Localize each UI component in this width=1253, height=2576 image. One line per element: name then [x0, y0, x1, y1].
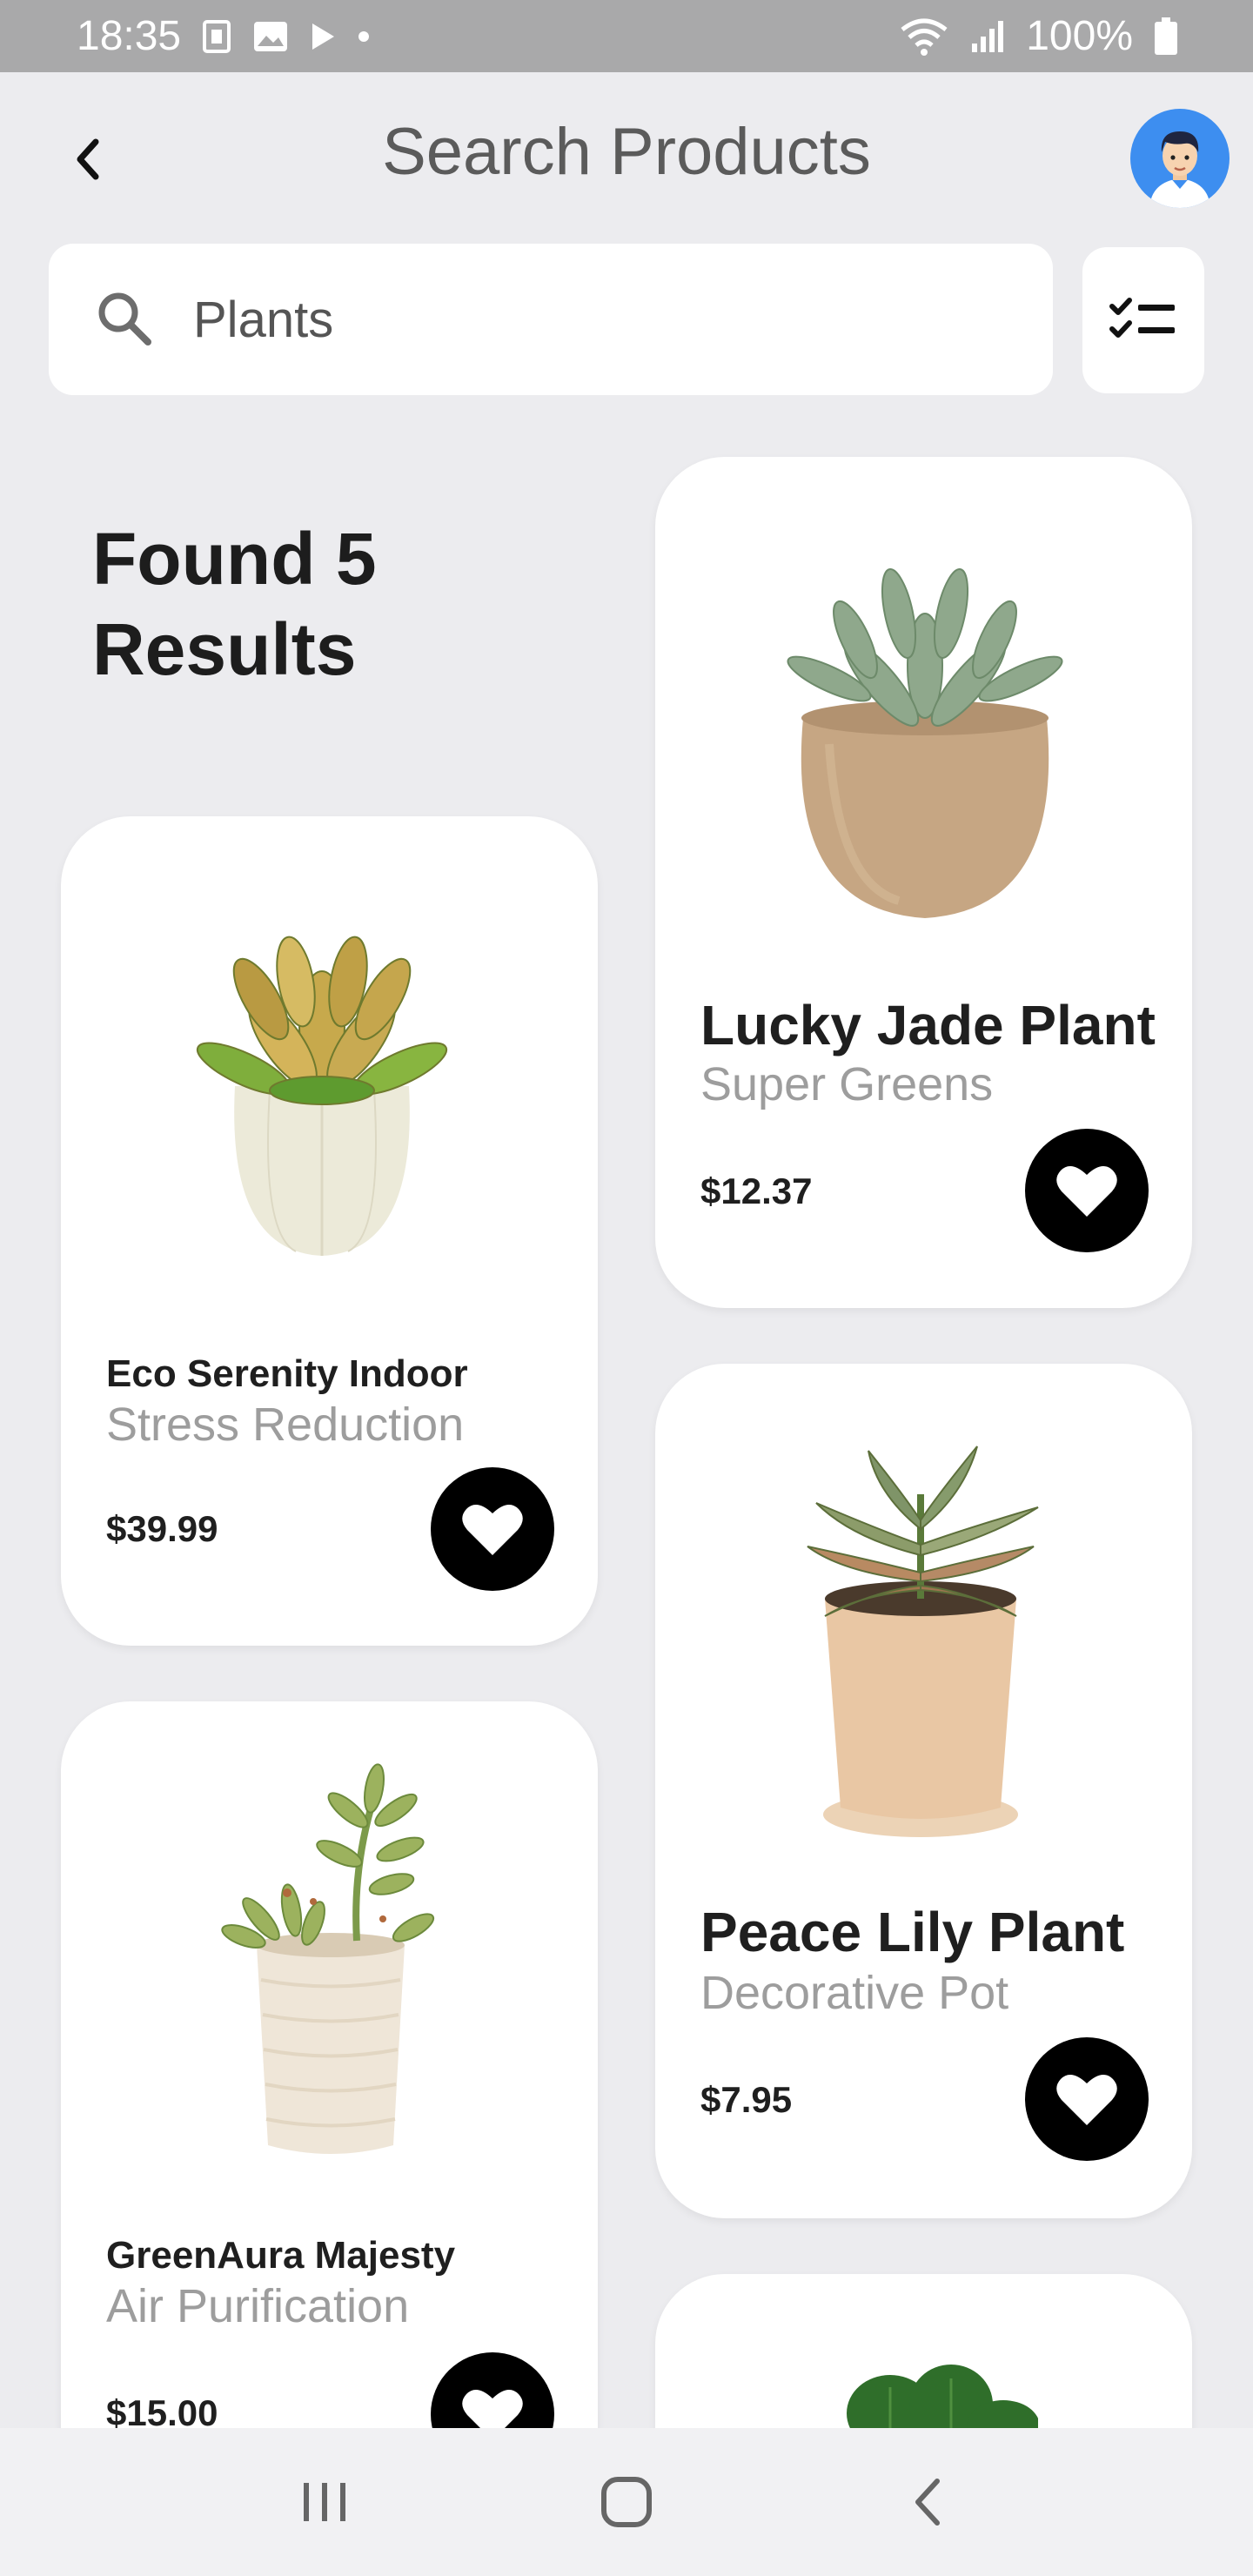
product-image [807, 1446, 1039, 1837]
home-button[interactable] [583, 2459, 670, 2546]
avatar[interactable] [1130, 109, 1230, 208]
product-image [787, 568, 1063, 918]
gallery-icon [252, 20, 289, 53]
recents-button[interactable] [281, 2459, 368, 2546]
signal-icon [970, 19, 1005, 54]
status-bar: 18:35 100% [0, 0, 1253, 72]
favorite-button[interactable] [1025, 2037, 1149, 2161]
checklist-filter-icon [1109, 298, 1175, 338]
heart-icon [1056, 2075, 1117, 2125]
sim-icon [202, 19, 231, 54]
page-title: Search Products [382, 115, 871, 189]
status-right: 100% [899, 12, 1178, 60]
product-subtitle: Stress Reduction [106, 1399, 465, 1451]
dot-icon [357, 30, 371, 44]
search-box[interactable] [49, 244, 1053, 395]
product-subtitle: Decorative Pot [700, 1967, 1009, 2019]
favorite-button[interactable] [431, 1467, 554, 1591]
product-name: Eco Serenity Indoor [106, 1352, 468, 1395]
product-name: Peace Lily Plant [700, 1901, 1125, 1963]
user-avatar-icon [1149, 131, 1210, 208]
results-heading: Found 5 Results [92, 513, 580, 694]
product-price: $7.95 [700, 2079, 793, 2120]
product-card[interactable]: Lucky Jade Plant Super Greens $12.37 [655, 457, 1192, 1308]
results-label: Results [92, 608, 357, 690]
product-image [196, 936, 448, 1256]
battery-level: 100% [1026, 13, 1133, 59]
battery-icon [1154, 17, 1178, 56]
status-left: 18:35 [77, 12, 371, 60]
product-card[interactable]: Eco Serenity Indoor Stress Reduction $39… [61, 816, 598, 1646]
product-price: $39.99 [106, 1508, 218, 1549]
filter-button[interactable] [1082, 247, 1204, 393]
product-name: GreenAura Majesty [106, 2234, 456, 2277]
search-icon [98, 292, 151, 345]
results-count: Found 5 [92, 518, 377, 600]
app-header: Search Products [0, 72, 1253, 246]
product-subtitle: Air Purification [106, 2280, 410, 2332]
product-price: $12.37 [700, 1171, 813, 1211]
back-icon [915, 2479, 940, 2526]
wifi-icon [899, 17, 949, 56]
product-card[interactable]: Peace Lily Plant Decorative Pot $7.95 [655, 1364, 1192, 2218]
home-icon [600, 2477, 652, 2527]
product-name: Lucky Jade Plant [700, 994, 1156, 1057]
status-time: 18:35 [77, 13, 182, 59]
favorite-button[interactable] [1025, 1129, 1149, 1252]
system-nav-bar [0, 2428, 1253, 2576]
search-input[interactable] [193, 290, 976, 349]
heart-icon [1056, 1166, 1117, 1217]
play-icon [310, 22, 336, 51]
heart-icon [462, 1505, 523, 1555]
product-image [221, 1763, 435, 2154]
back-nav-button[interactable] [885, 2459, 972, 2546]
recents-icon [304, 2483, 346, 2521]
product-subtitle: Super Greens [700, 1058, 994, 1110]
